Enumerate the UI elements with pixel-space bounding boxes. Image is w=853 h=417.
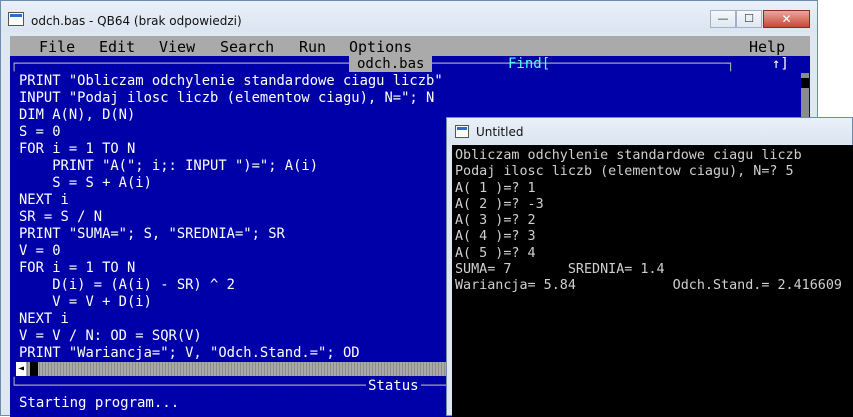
menu-file[interactable]: File	[39, 38, 75, 56]
output-line: A( 2 )=? -3	[455, 196, 544, 212]
desktop-background	[818, 0, 853, 117]
code-line[interactable]: PRINT "Obliczam odchylenie standardowe c…	[19, 73, 809, 90]
output-line: Podaj ilosc liczb (elementow ciagu), N=?…	[455, 164, 794, 180]
horizontal-scroll-thumb[interactable]	[30, 362, 38, 376]
untitled-titlebar[interactable]: Untitled	[447, 118, 852, 144]
qb64-app-icon[interactable]	[8, 12, 24, 26]
untitled-app-icon[interactable]	[455, 125, 469, 138]
untitled-window-title: Untitled	[476, 125, 524, 139]
menu-bar: File Edit View Search Run Options Help	[10, 36, 810, 56]
minimize-button[interactable]: —	[710, 10, 736, 28]
output-line: A( 5 )=? 4	[455, 245, 536, 261]
untitled-program-window: Untitled Obliczam odchylenie standardowe…	[446, 117, 853, 417]
qb64-titlebar[interactable]: odch.bas - QB64 (brak odpowiedzi) — ☐ ✕	[1, 1, 817, 32]
editor-filename-tab: odch.bas	[349, 56, 433, 72]
close-button[interactable]: ✕	[763, 10, 810, 28]
horizontal-scrollbar[interactable]	[16, 362, 449, 376]
scroll-left-arrow-icon[interactable]: ◄	[16, 362, 26, 376]
menu-search[interactable]: Search	[220, 38, 274, 56]
output-line: Obliczam odchylenie standardowe ciagu li…	[455, 148, 802, 163]
menu-view[interactable]: View	[159, 38, 195, 56]
find-field[interactable]: Find[	[508, 56, 550, 72]
program-output-console[interactable]: Obliczam odchylenie standardowe ciagu li…	[452, 145, 853, 417]
menu-help[interactable]: Help	[749, 38, 785, 56]
vertical-scroll-thumb[interactable]	[801, 78, 809, 88]
menu-edit[interactable]: Edit	[99, 38, 135, 56]
output-line: A( 4 )=? 3	[455, 229, 536, 245]
output-line: A( 3 )=? 2	[455, 213, 536, 229]
menu-options[interactable]: Options	[349, 38, 412, 56]
menu-run[interactable]: Run	[299, 38, 326, 56]
qb64-window-title: odch.bas - QB64 (brak odpowiedzi)	[31, 14, 242, 28]
status-text: Starting program...	[19, 395, 180, 411]
output-line: Wariancja= 5.84 Odch.Stand.= 2.416609	[455, 278, 842, 294]
maximize-button[interactable]: ☐	[736, 10, 762, 28]
status-label: Status	[366, 378, 421, 395]
find-arrow-icon[interactable]: ↑]	[772, 56, 789, 72]
output-line: A( 1 )=? 1	[455, 180, 536, 196]
code-line[interactable]: INPUT "Podaj ilosc liczb (elementow ciag…	[19, 90, 809, 107]
output-line: SUMA= 7 SREDNIA= 1.4	[455, 262, 665, 278]
